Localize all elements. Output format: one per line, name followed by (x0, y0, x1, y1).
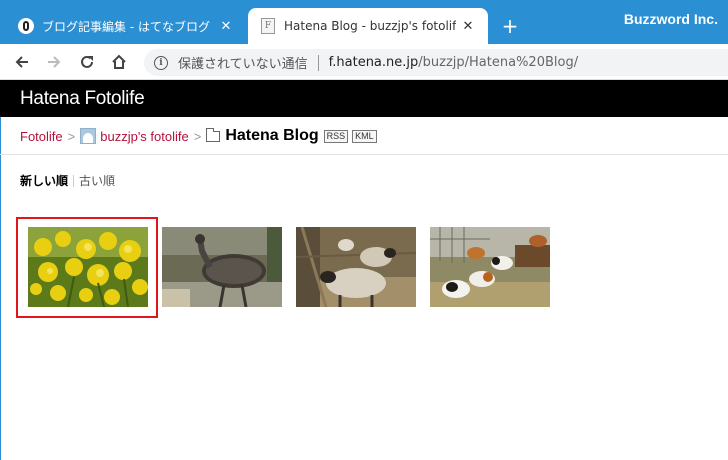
photo-thumbnail-sheep[interactable] (296, 227, 416, 307)
site-logo[interactable]: Hatena Fotolife (20, 88, 145, 110)
sort-oldest-link[interactable]: 古い順 (79, 172, 115, 189)
address-bar[interactable]: i 保護されていない通信 f.hatena.ne.jp/buzzjp/Haten… (144, 49, 728, 76)
rss-badge[interactable]: RSS (323, 129, 349, 143)
window-edge (0, 80, 1, 460)
close-icon[interactable]: ✕ (214, 14, 238, 38)
reload-icon (81, 55, 93, 68)
sort-newest: 新しい順 (20, 174, 69, 188)
home-icon (112, 54, 126, 69)
kml-badge[interactable]: KML (352, 129, 377, 143)
breadcrumb-user-link[interactable]: buzzjp's fotolife (100, 129, 188, 144)
new-tab-button[interactable]: + (498, 14, 522, 38)
tab-blog-editor[interactable]: ブログ記事編集 - はてなブログ ✕ (6, 8, 246, 44)
hatena-favicon-icon (18, 18, 34, 34)
tab-fotolife[interactable]: F Hatena Blog - buzzjp's fotolife ✕ (248, 8, 488, 44)
tab-strip: ブログ記事編集 - はてなブログ ✕ F Hatena Blog - buzzj… (0, 0, 728, 44)
photo-thumbnail-emu[interactable] (162, 227, 282, 307)
info-icon[interactable]: i (154, 55, 168, 70)
browser-toolbar: i 保護されていない通信 f.hatena.ne.jp/buzzjp/Haten… (0, 44, 728, 80)
site-header: Hatena Fotolife (0, 80, 728, 117)
arrow-left-icon (15, 56, 28, 68)
breadcrumb-fotolife-link[interactable]: Fotolife (20, 129, 63, 144)
breadcrumb: Fotolife > buzzjp's fotolife > Hatena Bl… (20, 126, 381, 146)
folder-icon (206, 127, 221, 142)
watermark: Buzzword Inc. (623, 11, 718, 27)
user-avatar-icon[interactable] (80, 128, 97, 144)
url-path: /buzzjp/Hatena%20Blog/ (418, 55, 579, 70)
tab-title: ブログ記事編集 - はてなブログ (42, 19, 210, 34)
home-button[interactable] (107, 50, 131, 74)
breadcrumb-separator: > (193, 128, 202, 144)
breadcrumb-current-folder: Hatena Blog (225, 127, 319, 144)
tab-title: Hatena Blog - buzzjp's fotolife (284, 19, 456, 33)
selection-highlight (16, 217, 158, 318)
sort-separator (73, 174, 75, 187)
forward-button[interactable] (42, 50, 66, 74)
sort-options: 新しい順 古い順 (20, 172, 115, 189)
url-host: f.hatena.ne.jp (328, 55, 419, 70)
address-divider (317, 54, 319, 71)
back-button[interactable] (10, 50, 34, 74)
fotolife-favicon-icon: F (260, 18, 276, 34)
security-status: 保護されていない通信 (178, 57, 308, 72)
reload-button[interactable] (75, 50, 99, 74)
header-divider (0, 154, 728, 155)
photo-thumbnail-guinea-pigs[interactable] (430, 227, 550, 307)
breadcrumb-separator: > (67, 128, 76, 144)
close-icon[interactable]: ✕ (456, 14, 480, 38)
arrow-right-icon (48, 56, 61, 68)
